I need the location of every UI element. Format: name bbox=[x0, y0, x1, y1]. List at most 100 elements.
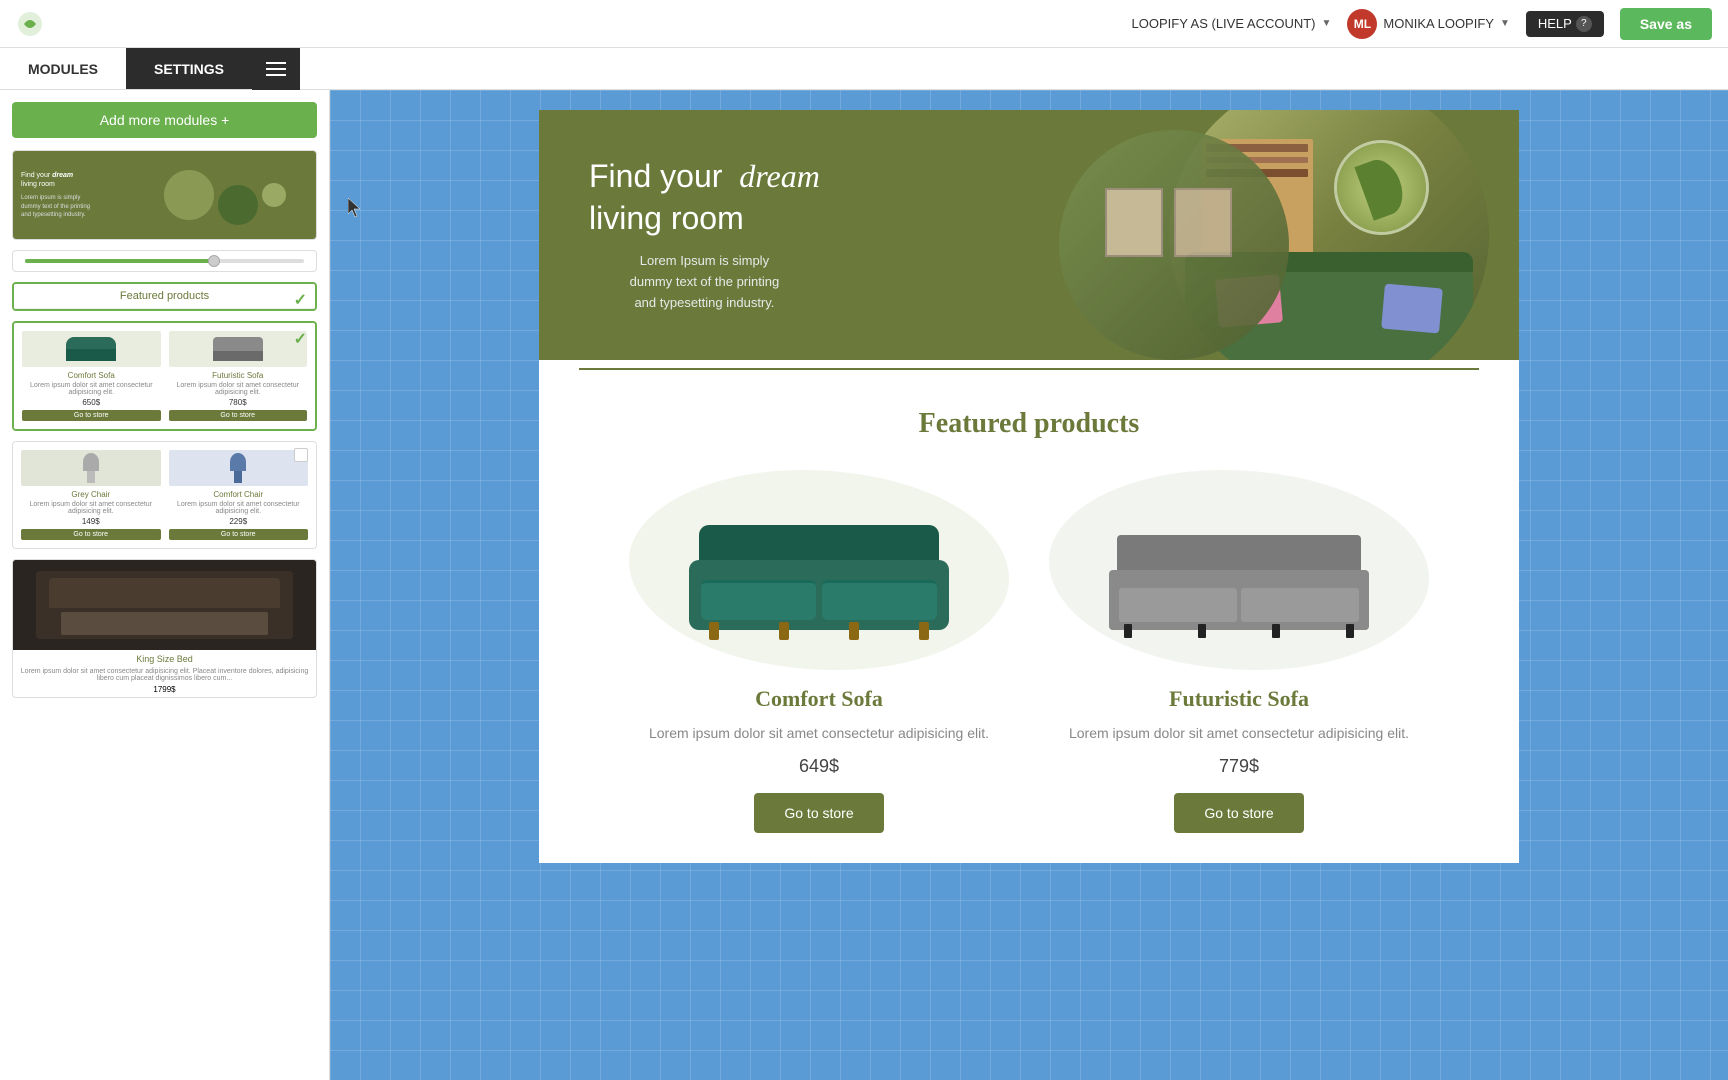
canvas-content: Find your dream living room Lorem Ipsum … bbox=[539, 110, 1519, 863]
user-label: MONIKA LOOPIFY bbox=[1383, 16, 1494, 31]
section-divider bbox=[539, 360, 1519, 378]
comfort-sofa-img-mini bbox=[22, 331, 161, 367]
loopify-logo-icon bbox=[16, 10, 44, 38]
topbar-right: LOOPIFY AS (LIVE ACCOUNT) ▼ ML MONIKA LO… bbox=[1132, 8, 1712, 40]
bed-title: King Size Bed bbox=[13, 650, 316, 668]
comfort-sofa-name-mini: Comfort Sofa bbox=[22, 371, 161, 380]
bed-price: 1799$ bbox=[13, 682, 316, 697]
main-layout: Add more modules + Find your dream livin… bbox=[0, 90, 1728, 1080]
account-chevron-icon: ▼ bbox=[1322, 18, 1332, 29]
futuristic-sofa-desc: Lorem ipsum dolor sit amet consectetur a… bbox=[1049, 722, 1429, 744]
comfort-sofa-btn-mini[interactable]: Go to store bbox=[22, 410, 161, 421]
featured-section: Featured products bbox=[539, 378, 1519, 863]
hamburger-menu-button[interactable] bbox=[252, 48, 300, 90]
grey-chair-btn-mini[interactable]: Go to store bbox=[21, 529, 161, 540]
bed-img-mini bbox=[13, 560, 316, 650]
slider-fill bbox=[25, 259, 220, 263]
products-grid: Comfort Sofa Lorem ipsum dolor sit amet … bbox=[579, 470, 1479, 833]
futuristic-sofa-img bbox=[1059, 480, 1419, 660]
user-info[interactable]: ML MONIKA LOOPIFY ▼ bbox=[1347, 9, 1509, 39]
grey-chair-price-mini: 149$ bbox=[21, 517, 161, 526]
hero-circle-top bbox=[1059, 130, 1289, 360]
comfort-chair-name-mini: Comfort Chair bbox=[169, 490, 309, 499]
chair-card-comfort: Comfort Chair Lorem ipsum dolor sit amet… bbox=[169, 450, 309, 540]
chairs-products-row: Grey Chair Lorem ipsum dolor sit amet co… bbox=[21, 450, 308, 540]
module-check-icon: ✓ bbox=[294, 290, 307, 310]
sidebar-module-chairs[interactable]: Grey Chair Lorem ipsum dolor sit amet co… bbox=[12, 441, 317, 549]
comfort-sofa-img bbox=[639, 480, 999, 660]
grey-chair-img-mini bbox=[21, 450, 161, 486]
comfort-sofa-name: Comfort Sofa bbox=[629, 686, 1009, 712]
sofa-module-check-icon: ✓ bbox=[294, 329, 307, 349]
chair-card-grey: Grey Chair Lorem ipsum dolor sit amet co… bbox=[21, 450, 161, 540]
sofa-card-futuristic: Futuristic Sofa Lorem ipsum dolor sit am… bbox=[169, 331, 308, 421]
comfort-sofa-price-mini: 650$ bbox=[22, 398, 161, 407]
featured-products-label: Featured products bbox=[14, 284, 315, 309]
futuristic-sofa-name-mini: Futuristic Sofa bbox=[169, 371, 308, 380]
grey-chair-name-mini: Grey Chair bbox=[21, 490, 161, 499]
sofa-products-preview: Comfort Sofa Lorem ipsum dolor sit amet … bbox=[14, 323, 315, 429]
hero-images bbox=[1169, 110, 1489, 360]
comfort-sofa-btn[interactable]: Go to store bbox=[754, 793, 883, 833]
sidebar-module-bed[interactable]: King Size Bed Lorem ipsum dolor sit amet… bbox=[12, 559, 317, 698]
chairs-module-checkbox bbox=[294, 448, 308, 462]
slider-thumb[interactable] bbox=[208, 255, 220, 267]
add-modules-button[interactable]: Add more modules + bbox=[12, 102, 317, 138]
account-label: LOOPIFY AS (LIVE ACCOUNT) bbox=[1132, 16, 1316, 31]
comfort-sofa-img-wrapper bbox=[629, 470, 1009, 670]
bed-desc: Lorem ipsum dolor sit amet consectetur a… bbox=[13, 668, 316, 682]
tab-modules[interactable]: MODULES bbox=[0, 48, 126, 89]
product-card-futuristic-sofa: Futuristic Sofa Lorem ipsum dolor sit am… bbox=[1049, 470, 1429, 833]
comfort-chair-price-mini: 229$ bbox=[169, 517, 309, 526]
comfort-sofa-price: 649$ bbox=[629, 756, 1009, 777]
futuristic-sofa-desc-mini: Lorem ipsum dolor sit amet consectetur a… bbox=[169, 382, 308, 396]
hero-subtitle: Lorem Ipsum is simplydummy text of the p… bbox=[589, 251, 820, 313]
sofa-products-row: Comfort Sofa Lorem ipsum dolor sit amet … bbox=[22, 331, 307, 421]
banner-text-mini: Find your dream living room Lorem ipsum … bbox=[21, 171, 90, 220]
comfort-chair-desc-mini: Lorem ipsum dolor sit amet consectetur a… bbox=[169, 501, 309, 515]
help-icon: ? bbox=[1576, 16, 1592, 32]
hamburger-icon bbox=[266, 62, 286, 76]
help-button[interactable]: HELP ? bbox=[1526, 11, 1604, 37]
futuristic-sofa-img-mini bbox=[169, 331, 308, 367]
comfort-chair-btn-mini[interactable]: Go to store bbox=[169, 529, 309, 540]
comfort-sofa-shape bbox=[689, 510, 949, 630]
topbar-left bbox=[16, 10, 44, 38]
sidebar-module-sofa[interactable]: ✓ Comfort Sofa Lorem ipsum dolor sit ame… bbox=[12, 321, 317, 431]
banner-preview: Find your dream living room Lorem ipsum … bbox=[13, 151, 316, 239]
featured-products-title: Featured products bbox=[579, 408, 1479, 440]
user-chevron-icon: ▼ bbox=[1500, 18, 1510, 29]
sidebar-module-featured[interactable]: ✓ Featured products bbox=[12, 282, 317, 311]
nav-tabs: MODULES SETTINGS bbox=[0, 48, 1728, 90]
canvas-area: Find your dream living room Lorem Ipsum … bbox=[330, 90, 1728, 1080]
futuristic-sofa-price-mini: 780$ bbox=[169, 398, 308, 407]
futuristic-sofa-img-wrapper bbox=[1049, 470, 1429, 670]
futuristic-sofa-shape bbox=[1109, 510, 1369, 630]
account-selector[interactable]: LOOPIFY AS (LIVE ACCOUNT) ▼ bbox=[1132, 16, 1332, 31]
tab-settings[interactable]: SETTINGS bbox=[126, 48, 252, 89]
product-card-comfort-sofa: Comfort Sofa Lorem ipsum dolor sit amet … bbox=[629, 470, 1009, 833]
sidebar-module-banner[interactable]: Find your dream living room Lorem ipsum … bbox=[12, 150, 317, 240]
comfort-chair-img-mini bbox=[169, 450, 309, 486]
divider-line bbox=[579, 368, 1479, 370]
futuristic-sofa-btn-mini[interactable]: Go to store bbox=[169, 410, 308, 421]
futuristic-sofa-price: 779$ bbox=[1049, 756, 1429, 777]
comfort-sofa-desc-mini: Lorem ipsum dolor sit amet consectetur a… bbox=[22, 382, 161, 396]
chairs-products-preview: Grey Chair Lorem ipsum dolor sit amet co… bbox=[13, 442, 316, 548]
hero-circle-small bbox=[1334, 140, 1429, 235]
cursor-indicator bbox=[348, 198, 364, 223]
hero-text: Find your dream living room Lorem Ipsum … bbox=[589, 156, 820, 314]
futuristic-sofa-name: Futuristic Sofa bbox=[1049, 686, 1429, 712]
save-as-button[interactable]: Save as bbox=[1620, 8, 1712, 40]
banner-circles-mini bbox=[134, 151, 316, 239]
comfort-sofa-desc: Lorem ipsum dolor sit amet consectetur a… bbox=[629, 722, 1009, 744]
hero-banner: Find your dream living room Lorem Ipsum … bbox=[539, 110, 1519, 360]
sidebar-module-slider[interactable] bbox=[12, 250, 317, 272]
hero-title: Find your dream living room bbox=[589, 156, 820, 239]
grey-chair-desc-mini: Lorem ipsum dolor sit amet consectetur a… bbox=[21, 501, 161, 515]
avatar: ML bbox=[1347, 9, 1377, 39]
futuristic-sofa-btn[interactable]: Go to store bbox=[1174, 793, 1303, 833]
slider-track bbox=[25, 259, 304, 263]
sofa-card-comfort: Comfort Sofa Lorem ipsum dolor sit amet … bbox=[22, 331, 161, 421]
sidebar: Add more modules + Find your dream livin… bbox=[0, 90, 330, 1080]
